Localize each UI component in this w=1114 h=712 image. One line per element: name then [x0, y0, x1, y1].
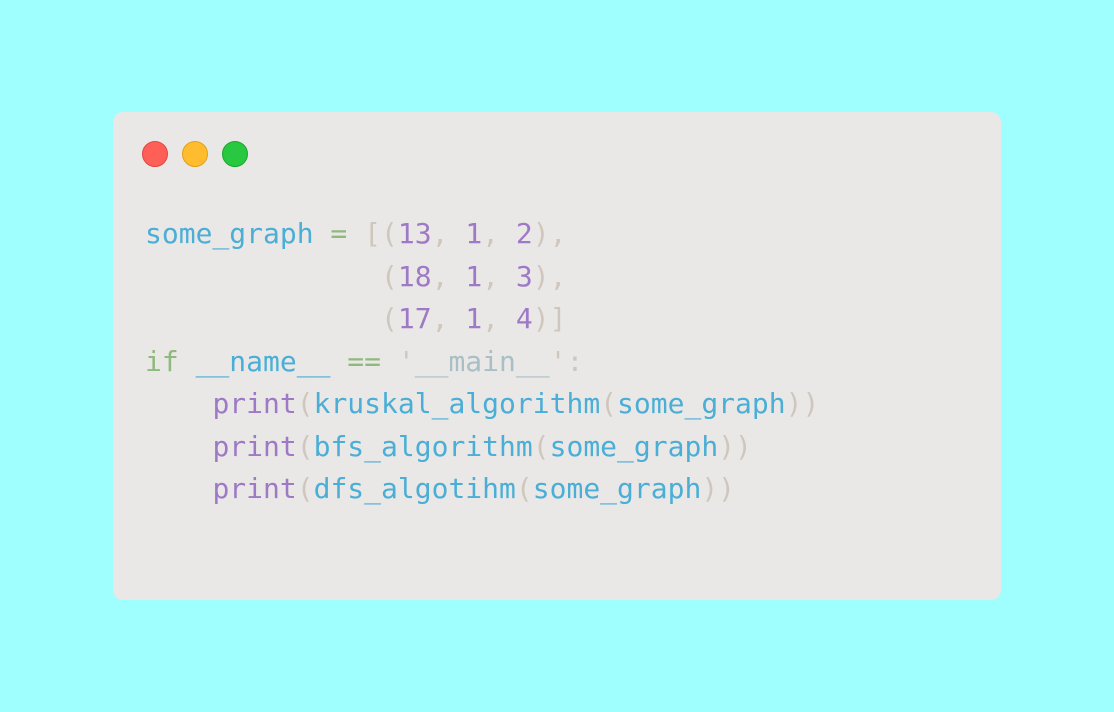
code-token: print [212, 472, 297, 505]
code-token: 18 [397, 259, 432, 293]
code-token: some_graph [145, 217, 314, 250]
code-token: , [431, 259, 466, 293]
code-token: ' [397, 344, 415, 378]
code-token: __main__ [414, 344, 550, 378]
code-token: print [212, 429, 297, 463]
code-token: == [330, 344, 398, 378]
code-token: kruskal_algorithm [313, 387, 601, 420]
code-line: some_graph = [(13, 1, 2), [145, 213, 819, 256]
code-token: some_graph [617, 387, 786, 420]
code-token: __name__ [195, 344, 331, 378]
code-token: 1 [465, 302, 483, 335]
code-token: , [482, 302, 516, 335]
code-token: 1 [465, 217, 483, 250]
code-token: 1 [465, 259, 483, 293]
code-token: = [313, 217, 365, 250]
code-token: ( [600, 387, 618, 420]
code-token: , [431, 302, 466, 335]
code-token: some_graph [532, 472, 702, 505]
code-token: )) [785, 387, 820, 420]
close-button[interactable] [142, 141, 168, 167]
code-token: 2 [515, 217, 533, 250]
code-token: ( [381, 259, 398, 293]
code-token: dfs_algotihm [313, 472, 516, 505]
page-background: { "window": { "traffic_lights": [ {"name… [0, 0, 1114, 712]
window-controls [142, 141, 248, 167]
code-token: ( [296, 472, 314, 505]
code-token: : [566, 344, 584, 378]
code-token: ' [549, 344, 567, 378]
minimize-button[interactable] [182, 141, 208, 167]
code-token: [( [364, 217, 398, 250]
code-token: 13 [397, 217, 432, 250]
code-token: if [145, 344, 179, 378]
code-token: print [212, 387, 297, 420]
code-token: ), [532, 259, 567, 293]
code-token: 4 [515, 302, 533, 335]
code-token: , [482, 217, 516, 250]
maximize-button[interactable] [222, 141, 248, 167]
code-token: ( [296, 429, 314, 463]
code-token: 3 [515, 259, 533, 293]
code-token: ( [532, 429, 550, 463]
code-block: some_graph = [(13, 1, 2), (18, 1, 3), (1… [145, 213, 819, 511]
code-token: 17 [397, 302, 432, 335]
code-token: , [431, 217, 466, 250]
code-line: print(kruskal_algorithm(some_graph)) [145, 383, 819, 426]
code-line: (18, 1, 3), [145, 256, 819, 299]
code-token: some_graph [549, 429, 719, 463]
code-line: (17, 1, 4)] [145, 298, 819, 341]
code-token: , [482, 259, 516, 293]
code-token: bfs_algorithm [313, 429, 533, 463]
code-token: ( [515, 472, 533, 505]
code-token: ), [532, 217, 567, 250]
code-line: print(dfs_algotihm(some_graph)) [145, 468, 819, 511]
code-token: )) [718, 429, 752, 463]
code-line: if __name__ == '__main__': [145, 341, 819, 384]
code-token: ( [381, 302, 398, 335]
code-line: print(bfs_algorithm(some_graph)) [145, 426, 819, 469]
code-window: some_graph = [(13, 1, 2), (18, 1, 3), (1… [113, 112, 1001, 600]
code-token: ( [296, 387, 314, 420]
code-token: )] [532, 302, 567, 335]
code-token: )) [701, 472, 736, 505]
